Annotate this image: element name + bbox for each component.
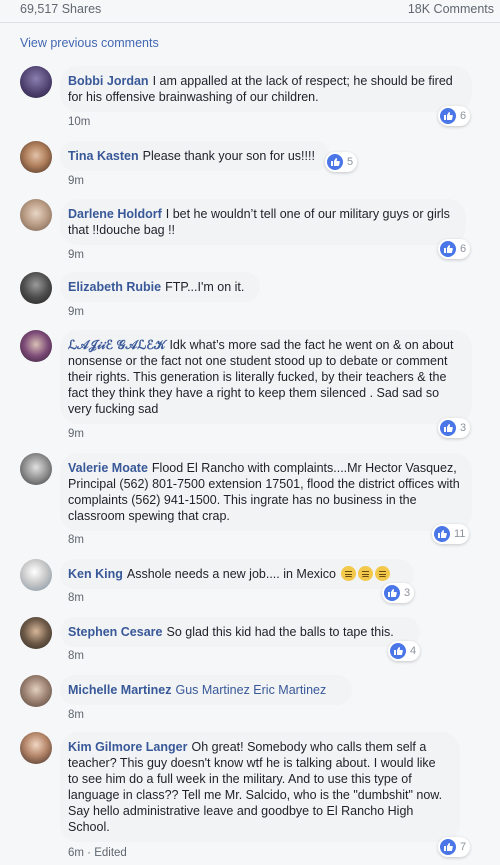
avatar[interactable] bbox=[20, 675, 52, 707]
commenter-name[interactable]: Ken King bbox=[68, 567, 123, 581]
comment-timestamp[interactable]: 9m bbox=[68, 428, 84, 440]
comment-timestamp[interactable]: 10m bbox=[68, 116, 90, 128]
avatar[interactable] bbox=[20, 272, 52, 304]
reaction-badge[interactable]: 7 bbox=[438, 837, 471, 857]
comment-bubble: Michelle Martinez Gus Martinez Eric Marti… bbox=[60, 675, 352, 705]
comment-bubble: Tina Kasten Please thank your son for us!… bbox=[60, 141, 330, 171]
like-icon bbox=[440, 839, 456, 855]
tagged-names[interactable]: Gus Martinez Eric Martinez bbox=[176, 683, 327, 697]
reaction-count: 11 bbox=[454, 528, 466, 540]
comments-count[interactable]: 18K Comments bbox=[408, 2, 494, 16]
comment-bubble: Elizabeth Rubie FTP...I'm on it. bbox=[60, 272, 260, 302]
comment-text: Oh great! Somebody who calls them self a… bbox=[68, 740, 443, 834]
commenter-name[interactable]: Michelle Martinez bbox=[68, 683, 172, 697]
like-icon bbox=[327, 154, 343, 170]
comment-timestamp[interactable]: 9m bbox=[68, 306, 84, 318]
reaction-badge[interactable]: 5 bbox=[325, 152, 358, 172]
avatar[interactable] bbox=[20, 732, 52, 764]
comment-timestamp[interactable]: 9m bbox=[68, 249, 84, 261]
avatar[interactable] bbox=[20, 66, 52, 98]
persevering-face-emoji bbox=[357, 566, 373, 581]
like-icon bbox=[440, 108, 456, 124]
comment-timestamp[interactable]: 6m · Edited bbox=[68, 847, 127, 859]
reaction-badge[interactable]: 6 bbox=[438, 106, 471, 126]
comment-bubble: ℒ𝒜𝒥𝒾𝒾ℰ 𝒢𝒜ℒℰ𝒦 Idk what’s more sad the fact… bbox=[60, 330, 472, 424]
commenter-name[interactable]: Stephen Cesare bbox=[68, 625, 162, 639]
comment-timestamp[interactable]: 8m bbox=[68, 592, 84, 604]
comment-timestamp[interactable]: 8m bbox=[68, 650, 84, 662]
commenter-name[interactable]: Bobbi Jordan bbox=[68, 74, 149, 88]
reaction-badge[interactable]: 3 bbox=[438, 418, 471, 438]
commenter-name[interactable]: ℒ𝒜𝒥𝒾𝒾ℰ 𝒢𝒜ℒℰ𝒦 bbox=[68, 338, 165, 352]
like-icon bbox=[390, 643, 406, 659]
like-icon bbox=[434, 526, 450, 542]
reaction-count: 6 bbox=[460, 110, 467, 122]
comment-text: Asshole needs a new job.... in Mexico bbox=[126, 567, 337, 581]
reaction-count: 6 bbox=[460, 243, 467, 255]
shares-count[interactable]: 69,517 Shares bbox=[20, 2, 101, 16]
view-previous-comments-link[interactable]: View previous comments bbox=[20, 36, 159, 50]
commenter-name[interactable]: Tina Kasten bbox=[68, 149, 139, 163]
avatar[interactable] bbox=[20, 453, 52, 485]
like-icon bbox=[384, 585, 400, 601]
comment-bubble: Stephen Cesare So glad this kid had the b… bbox=[60, 617, 420, 647]
persevering-face-emoji bbox=[374, 566, 390, 581]
avatar[interactable] bbox=[20, 559, 52, 591]
comment-bubble: Kim Gilmore Langer Oh great! Somebody who… bbox=[60, 732, 460, 842]
avatar[interactable] bbox=[20, 330, 52, 362]
comment-text: So glad this kid had the balls to tape t… bbox=[166, 625, 394, 639]
reaction-count: 4 bbox=[410, 645, 417, 657]
like-icon bbox=[440, 420, 456, 436]
reaction-count: 3 bbox=[460, 422, 467, 434]
comment-text: Please thank your son for us!!!! bbox=[142, 149, 315, 163]
reaction-count: 3 bbox=[404, 587, 411, 599]
commenter-name[interactable]: Kim Gilmore Langer bbox=[68, 740, 187, 754]
avatar[interactable] bbox=[20, 141, 52, 173]
comment-bubble: Valerie Moate Flood El Rancho with compla… bbox=[60, 453, 472, 531]
comment-bubble: Bobbi Jordan I am appalled at the lack of… bbox=[60, 66, 472, 112]
reaction-badge[interactable]: 3 bbox=[382, 583, 415, 603]
reaction-count: 7 bbox=[460, 841, 467, 853]
commenter-name[interactable]: Darlene Holdorf bbox=[68, 207, 162, 221]
reaction-badge[interactable]: 6 bbox=[438, 239, 471, 259]
comment-bubble: Darlene Holdorf I bet he wouldn’t tell on… bbox=[60, 199, 466, 245]
reaction-badge[interactable]: 11 bbox=[432, 524, 470, 544]
persevering-face-emoji bbox=[340, 566, 356, 581]
comment-text: FTP...I'm on it. bbox=[165, 280, 245, 294]
comment-timestamp[interactable]: 9m bbox=[68, 175, 84, 187]
reaction-count: 5 bbox=[347, 156, 354, 168]
like-icon bbox=[440, 241, 456, 257]
reaction-badge[interactable]: 4 bbox=[388, 641, 421, 661]
commenter-name[interactable]: Elizabeth Rubie bbox=[68, 280, 161, 294]
comment-timestamp[interactable]: 8m bbox=[68, 534, 84, 546]
avatar[interactable] bbox=[20, 617, 52, 649]
avatar[interactable] bbox=[20, 199, 52, 231]
comment-bubble: Ken King Asshole needs a new job.... in M… bbox=[60, 559, 414, 589]
comment-timestamp[interactable]: 8m bbox=[68, 709, 84, 721]
post-stats-bar: 69,517 Shares 18K Comments bbox=[0, 0, 500, 23]
commenter-name[interactable]: Valerie Moate bbox=[68, 461, 148, 475]
